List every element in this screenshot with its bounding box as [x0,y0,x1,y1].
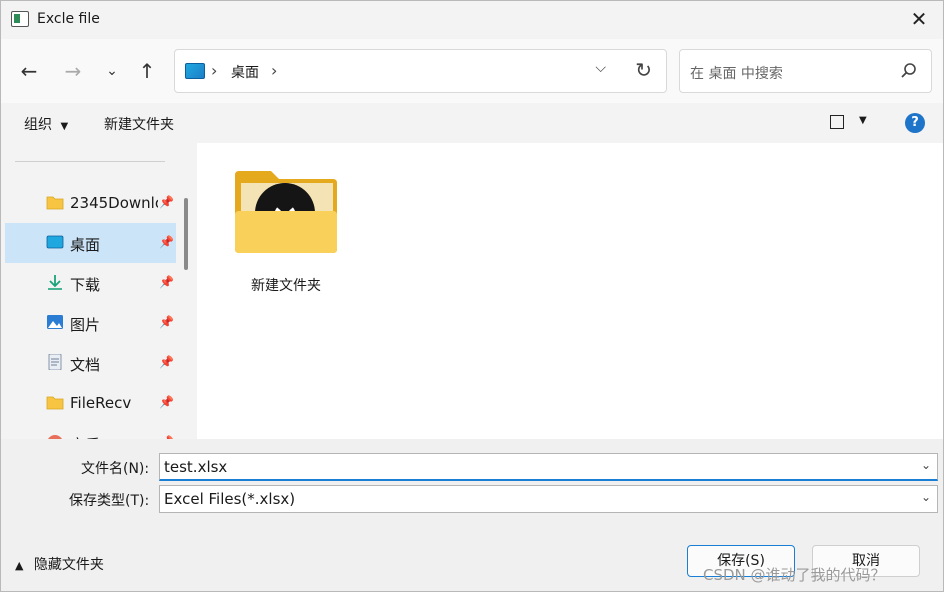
sidebar-item-filerecv[interactable]: FileRecv 📌 [5,383,176,423]
desktop-icon [185,63,205,79]
chevron-down-icon[interactable]: ⌄ [921,490,931,504]
pin-icon: 📌 [159,315,174,329]
close-button[interactable]: ✕ [907,7,931,31]
search-icon[interactable] [897,60,919,82]
breadcrumb-chevron-icon[interactable]: › [271,61,277,80]
command-toolbar: 组织 ▼ 新建文件夹 ▼ ? [1,103,943,143]
back-button[interactable]: ← [15,57,43,85]
pictures-icon [47,315,63,329]
sidebar-item-label: 下载 [70,276,101,294]
filename-field[interactable]: test.xlsx ⌄ [159,453,938,481]
folder-icon [46,196,64,210]
watermark-text: CSDN @谁动了我的代码？ [703,566,886,584]
sidebar-item-downloads[interactable]: 下载 📌 [5,263,176,303]
chevron-down-icon: ▼ [60,121,69,132]
navigation-bar: ← → ⌄ ↑ › 桌面 › ⌵ ↻ 在 桌面 中搜索 [1,39,943,103]
sidebar-item-documents[interactable]: 文档 📌 [5,343,176,383]
breadcrumb-chevron-icon[interactable]: › [211,61,217,80]
address-history-dropdown-icon[interactable]: ⌵ [595,60,606,76]
sidebar-item-2345downloads[interactable]: 2345Downloads 📌 [5,183,176,223]
hide-folders-label: 隐藏文件夹 [33,557,104,573]
address-bar[interactable]: › 桌面 › ⌵ ↻ [174,49,667,93]
pin-icon: 📌 [159,275,174,289]
folder-item-label[interactable]: 新建文件夹 [233,275,339,295]
document-icon [48,354,62,370]
sidebar-item-label: 桌面 [70,236,101,254]
app-icon [11,11,29,27]
sidebar-item-label: 图片 [70,316,101,334]
folder-icon [46,396,64,410]
forward-button[interactable]: → [59,57,87,85]
view-options-dropdown-icon[interactable]: ▼ [859,115,867,126]
folder-icon[interactable] [233,169,339,255]
save-dialog-window: Excle file ✕ ← → ⌄ ↑ › 桌面 › ⌵ ↻ 在 桌面 中搜索… [0,0,944,592]
new-folder-button[interactable]: 新建文件夹 [104,114,174,134]
search-input[interactable]: 在 桌面 中搜索 [690,63,783,83]
filetype-label: 保存类型(T): [69,493,150,509]
chevron-up-icon: ▲ [15,559,24,572]
sidebar-item-label: 2345Downloads [70,194,158,212]
hide-folders-toggle[interactable]: ▲ 隐藏文件夹 [15,554,104,574]
filetype-select[interactable]: Excel Files(*.xlsx) ⌄ [159,485,938,513]
pin-icon: 📌 [159,195,174,209]
pin-icon: 📌 [159,235,174,249]
search-box[interactable]: 在 桌面 中搜索 [679,49,932,93]
title-bar: Excle file ✕ [1,1,943,39]
organize-menu-button[interactable]: 组织 ▼ [24,114,68,134]
help-icon[interactable]: ? [905,113,925,133]
breadcrumb-item-desktop[interactable]: 桌面 [231,62,259,82]
up-button[interactable]: ↑ [133,57,161,85]
pin-icon: 📌 [159,355,174,369]
sidebar-item-pictures[interactable]: 图片 📌 [5,303,176,343]
sidebar-divider [15,161,165,162]
window-title: Excle file [37,11,100,27]
navigation-pane: 2345Downloads 📌 桌面 📌 下载 📌 图片 📌 文档 📌 File… [1,143,179,439]
filename-input[interactable]: test.xlsx [164,458,227,476]
sidebar-item-label: 文档 [70,356,101,374]
chevron-down-icon[interactable]: ⌄ [921,458,931,472]
pin-icon: 📌 [159,395,174,409]
download-icon [48,275,62,290]
filename-label: 文件名(N): [81,461,150,477]
sidebar-item-music[interactable]: 音乐 📌 [5,423,176,439]
filetype-value: Excel Files(*.xlsx) [164,490,296,508]
organize-label: 组织 [24,117,52,133]
refresh-icon[interactable]: ↻ [635,58,652,82]
sidebar-scrollbar-thumb[interactable] [184,198,188,270]
sidebar-scrollbar[interactable] [179,143,197,439]
view-mode-icon[interactable] [830,115,844,129]
recent-locations-button[interactable]: ⌄ [98,57,126,85]
sidebar-item-label: FileRecv [70,394,132,412]
sidebar-item-desktop[interactable]: 桌面 📌 [5,223,176,263]
desktop-icon [46,235,64,249]
